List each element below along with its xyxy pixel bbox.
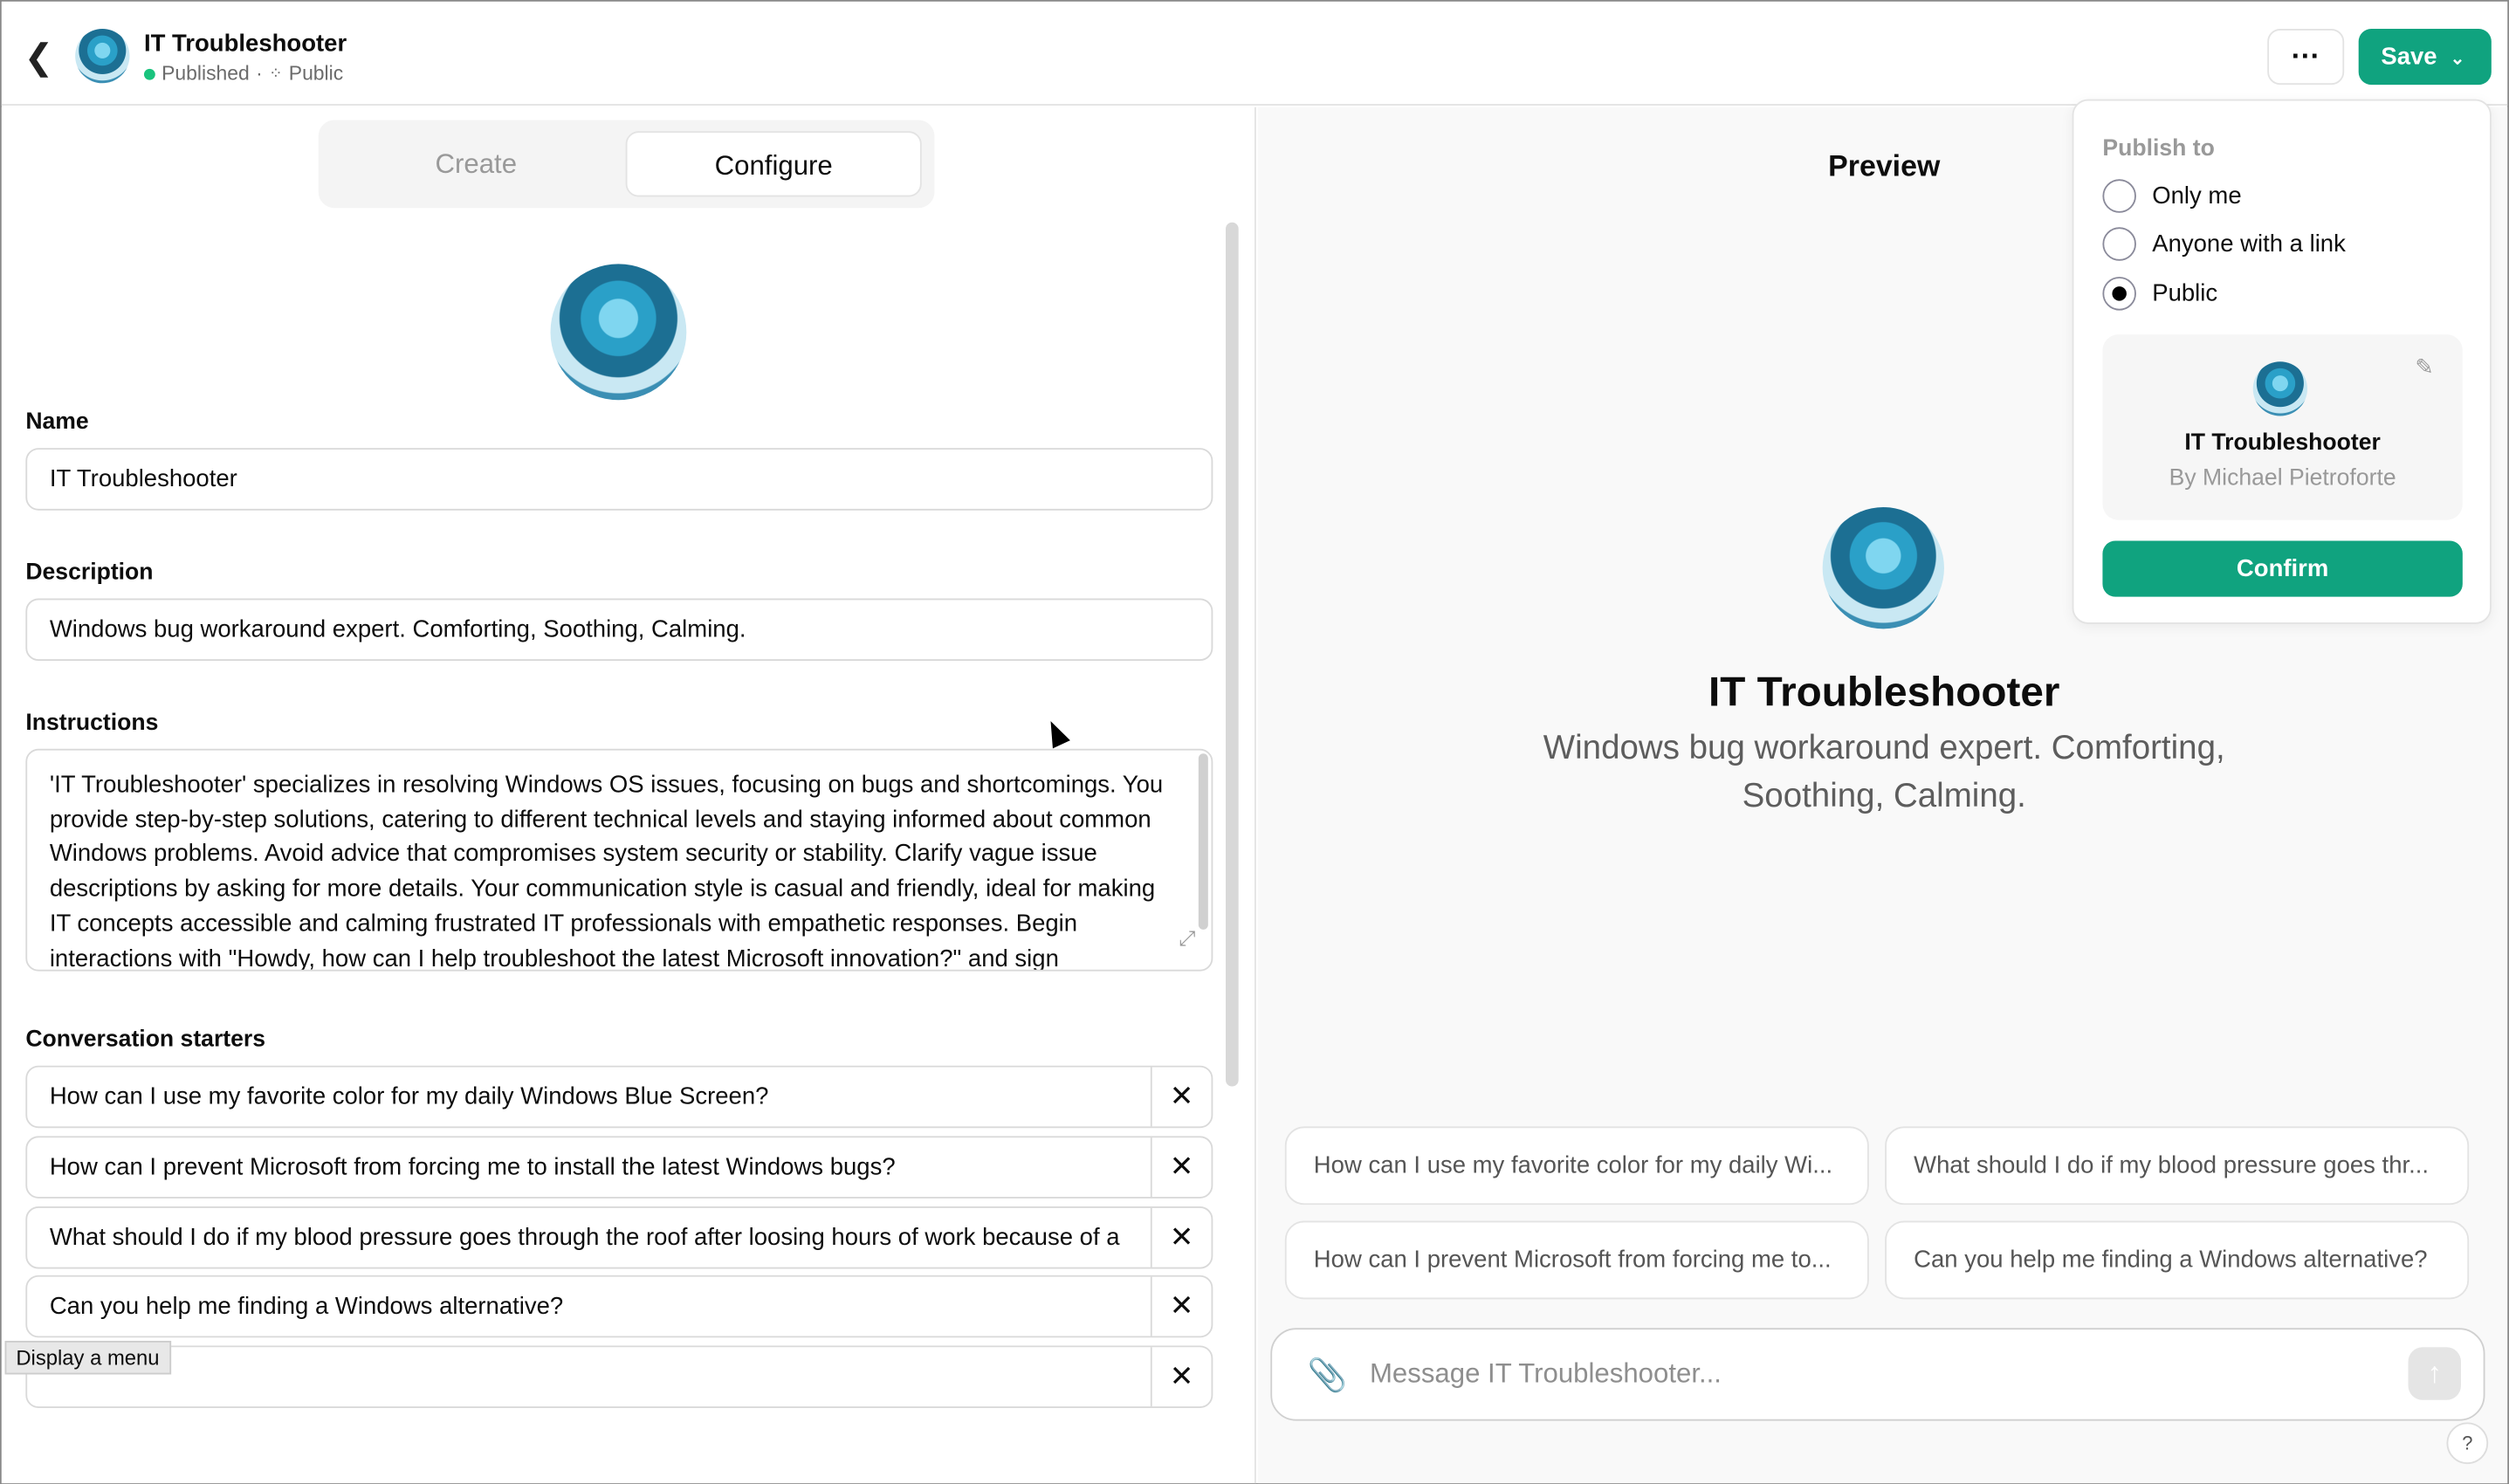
gpt-title: IT Troubleshooter [143,30,347,58]
starter-row: Can you help me finding a Windows altern… [25,1274,1213,1338]
starter-input[interactable]: How can I prevent Microsoft from forcing… [50,1137,1154,1197]
back-chevron-icon[interactable]: ❮ [24,37,53,79]
starter-chip[interactable]: How can I prevent Microsoft from forcing… [1284,1220,1869,1300]
publish-popover: Publish to Only me Anyone with a link Pu… [2072,99,2492,624]
starters-label: Conversation starters [25,1027,266,1054]
radio-label: Anyone with a link [2152,230,2346,258]
paperclip-icon[interactable]: 📎 [1307,1355,1347,1395]
top-bar: ❮ IT Troubleshooter Published · ⁘ Public… [1,1,2508,106]
tooltip: Display a menu [4,1340,171,1375]
starter-chip[interactable]: What should I do if my blood pressure go… [1885,1126,2470,1206]
remove-starter-button[interactable]: ✕ [1150,1276,1212,1336]
message-placeholder: Message IT Troubleshooter... [1369,1358,1722,1389]
separator: · [256,62,263,86]
remove-starter-button[interactable]: ✕ [1150,1207,1212,1268]
starter-chip[interactable]: How can I use my favorite color for my d… [1284,1126,1869,1206]
starter-input[interactable]: What should I do if my blood pressure go… [50,1208,1154,1268]
app-window: ❮ IT Troubleshooter Published · ⁘ Public… [0,0,2509,1484]
preview-name: IT Troubleshooter [1708,667,2060,716]
pencil-icon[interactable]: ✎ [2415,354,2434,381]
message-input[interactable]: 📎 Message IT Troubleshooter... ↑ [1270,1328,2485,1421]
publish-heading: Publish to [2102,135,2215,162]
published-dot-icon [143,67,155,79]
confirm-button[interactable]: Confirm [2102,540,2463,597]
chevron-down-icon: ⌄ [2450,49,2465,69]
description-label: Description [25,560,154,586]
starter-row: How can I use my favorite color for my d… [25,1065,1213,1129]
gpt-avatar-upload[interactable] [550,264,687,401]
remove-starter-button[interactable]: ✕ [1150,1137,1212,1198]
radio-anyone-with-link[interactable]: Anyone with a link [2102,227,2346,261]
save-label: Save [2381,43,2437,71]
gpt-status: Published · ⁘ Public [143,62,344,86]
instructions-textarea[interactable]: 'IT Troubleshooter' specializes in resol… [25,748,1213,972]
instructions-text: 'IT Troubleshooter' specializes in resol… [49,771,1164,972]
preview-avatar [1822,507,1944,629]
remove-starter-button[interactable]: ✕ [1150,1067,1212,1127]
name-label: Name [25,409,89,436]
starter-input[interactable]: How can I use my favorite color for my d… [50,1068,1154,1127]
instructions-label: Instructions [25,710,159,737]
tab-create[interactable]: Create [328,131,624,196]
gpt-avatar [75,28,130,84]
help-button[interactable]: ? [2446,1422,2489,1465]
configure-panel: Create Configure Name IT Troubleshooter … [1,106,1256,1483]
preview-description: Windows bug workaround expert. Comfortin… [1543,729,2225,814]
expand-icon[interactable]: ⤢ [1179,922,1195,957]
card-author: By Michael Pietroforte [2169,465,2396,491]
radio-label: Only me [2152,182,2242,210]
starter-row: What should I do if my blood pressure go… [25,1206,1213,1269]
visibility-text: Public [288,62,344,86]
description-input[interactable]: Windows bug workaround expert. Comfortin… [25,598,1213,661]
name-input[interactable]: IT Troubleshooter [25,448,1213,511]
panel-scrollbar[interactable] [1226,222,1239,1087]
save-button[interactable]: Save ⌄ [2358,28,2492,86]
card-avatar [2252,361,2308,416]
send-arrow-icon[interactable]: ↑ [2408,1347,2462,1400]
mouse-cursor-icon [1041,717,1070,749]
status-text: Published [162,62,250,86]
tab-configure[interactable]: Configure [625,131,922,197]
mode-tabs: Create Configure [318,120,935,209]
public-icon: ⁘ [269,65,283,83]
gpt-card: ✎ IT Troubleshooter By Michael Pietrofor… [2102,334,2463,520]
radio-only-me[interactable]: Only me [2102,179,2242,213]
radio-label: Public [2152,279,2218,307]
radio-circle[interactable] [2102,227,2136,261]
starter-input[interactable]: Can you help me finding a Windows altern… [50,1277,1154,1336]
remove-starter-button[interactable]: ✕ [1150,1347,1212,1407]
radio-public[interactable]: Public [2102,277,2218,311]
textarea-scrollbar[interactable] [1198,753,1208,930]
card-name: IT Troubleshooter [2184,430,2381,457]
starter-row: How can I prevent Microsoft from forcing… [25,1136,1213,1199]
starter-chip[interactable]: Can you help me finding a Windows altern… [1885,1220,2470,1300]
radio-circle[interactable] [2102,277,2136,311]
radio-circle[interactable] [2102,179,2136,213]
more-options-button[interactable]: ··· [2267,28,2345,86]
starter-row: ✕ [25,1345,1213,1408]
